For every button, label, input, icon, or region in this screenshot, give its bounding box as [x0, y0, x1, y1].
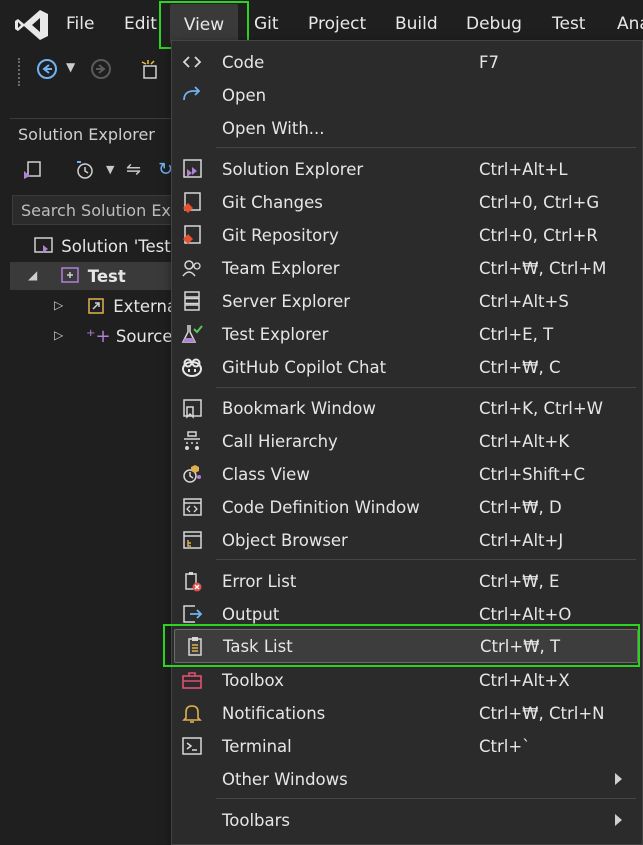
- menu-item-test-explorer[interactable]: Test Explorer Ctrl+E, T: [172, 318, 642, 351]
- server-explorer-icon: [180, 289, 204, 313]
- solution-explorer-panel: Solution Explorer ▼ ⇋ ↻ Search Solution …: [10, 118, 180, 845]
- menu-file[interactable]: File: [66, 14, 94, 34]
- class-view-icon: [180, 462, 204, 486]
- team-explorer-icon: [180, 256, 204, 280]
- view-menu-dropdown: Code F7 Open Open With... Solution Explo…: [171, 40, 643, 845]
- menu-analyze[interactable]: Ana: [617, 14, 643, 34]
- open-arrow-icon: [180, 83, 204, 107]
- error-list-icon: [180, 569, 204, 593]
- menu-test[interactable]: Test: [552, 14, 585, 34]
- tree-collapsed-chevron-icon[interactable]: ▷: [54, 298, 63, 312]
- project-icon: [61, 267, 79, 283]
- submenu-arrow-icon: [615, 814, 622, 826]
- external-dependencies-icon: [88, 298, 104, 314]
- menu-separator: [216, 798, 636, 799]
- object-browser-icon: [180, 528, 204, 552]
- menu-build[interactable]: Build: [395, 14, 438, 34]
- pending-changes-filter-icon[interactable]: [74, 159, 96, 186]
- code-definition-icon: [180, 495, 204, 519]
- bell-icon: [180, 701, 204, 725]
- menu-item-terminal[interactable]: Terminal Ctrl+`: [172, 730, 642, 763]
- menu-item-bookmark-window[interactable]: Bookmark Window Ctrl+K, Ctrl+W: [172, 392, 642, 425]
- call-hierarchy-icon: [180, 429, 204, 453]
- tree-node-external-dependencies[interactable]: Externa: [86, 296, 177, 316]
- solution-explorer-title: Solution Explorer: [18, 125, 155, 144]
- toolbar-grip[interactable]: [18, 58, 22, 86]
- toolbox-icon: [180, 668, 204, 692]
- menu-item-call-hierarchy[interactable]: Call Hierarchy Ctrl+Alt+K: [172, 425, 642, 458]
- terminal-icon: [180, 734, 204, 758]
- solution-icon: [34, 237, 53, 253]
- tree-node-project[interactable]: Test: [60, 266, 126, 286]
- menu-view[interactable]: View: [170, 4, 238, 44]
- menu-item-notifications[interactable]: Notifications Ctrl+₩, Ctrl+N: [172, 697, 642, 730]
- navigate-forward-icon[interactable]: [90, 58, 112, 85]
- tree-node-solution[interactable]: Solution 'Test: [34, 236, 171, 256]
- menu-item-git-repository[interactable]: Git Repository Ctrl+0, Ctrl+R: [172, 219, 642, 252]
- back-dropdown-chevron-icon[interactable]: ▼: [66, 60, 75, 74]
- menu-item-code[interactable]: Code F7: [172, 46, 642, 79]
- source-files-icon: ⁺+: [86, 326, 111, 347]
- git-repository-icon: [180, 223, 204, 247]
- menu-git[interactable]: Git: [254, 14, 279, 34]
- menu-item-task-list[interactable]: Task List Ctrl+₩, T: [174, 629, 638, 663]
- menu-item-other-windows[interactable]: Other Windows: [172, 763, 642, 796]
- output-icon: [180, 602, 204, 626]
- bookmark-icon: [180, 396, 204, 420]
- tree-node-source-files[interactable]: ⁺+ Source: [86, 326, 173, 347]
- visual-studio-logo-icon[interactable]: [14, 8, 50, 42]
- menu-item-output[interactable]: Output Ctrl+Alt+O: [172, 598, 642, 631]
- menu-item-error-list[interactable]: Error List Ctrl+₩, E: [172, 565, 642, 598]
- tree-node-solution-label: Solution 'Test: [61, 237, 171, 256]
- solution-explorer-search-input[interactable]: Search Solution Ex: [12, 195, 180, 225]
- menu-item-toolbars[interactable]: Toolbars: [172, 804, 642, 837]
- filter-dropdown-chevron-icon[interactable]: ▼: [106, 163, 114, 176]
- solution-explorer-icon: [180, 157, 204, 181]
- menu-item-class-view[interactable]: Class View Ctrl+Shift+C: [172, 458, 642, 491]
- menu-item-git-changes[interactable]: Git Changes Ctrl+0, Ctrl+G: [172, 186, 642, 219]
- menu-project[interactable]: Project: [308, 14, 366, 34]
- menu-separator: [216, 387, 636, 388]
- tree-node-external-label: Externa: [113, 297, 178, 316]
- solution-explorer-toolbar: ▼ ⇋ ↻: [18, 159, 180, 187]
- menu-edit[interactable]: Edit: [124, 14, 157, 34]
- tree-node-source-label: Source: [115, 327, 173, 346]
- tree-expand-chevron-icon[interactable]: ◢: [28, 268, 37, 282]
- menu-item-object-browser[interactable]: Object Browser Ctrl+Alt+J: [172, 524, 642, 557]
- menu-item-toolbox[interactable]: Toolbox Ctrl+Alt+X: [172, 664, 642, 697]
- code-icon: [180, 50, 204, 74]
- menu-item-github-copilot-chat[interactable]: GitHub Copilot Chat Ctrl+₩, C: [172, 351, 642, 384]
- sync-with-active-document-icon[interactable]: ⇋: [126, 159, 141, 180]
- tree-node-project-label: Test: [87, 267, 126, 286]
- copilot-icon: [180, 355, 204, 379]
- menu-item-server-explorer[interactable]: Server Explorer Ctrl+Alt+S: [172, 285, 642, 318]
- switch-views-icon[interactable]: [22, 159, 44, 186]
- menu-item-open-with[interactable]: Open With...: [172, 112, 642, 145]
- task-list-icon: [183, 634, 207, 658]
- menu-debug[interactable]: Debug: [466, 14, 522, 34]
- navigate-back-icon[interactable]: [36, 58, 58, 85]
- menu-item-solution-explorer[interactable]: Solution Explorer Ctrl+Alt+L: [172, 153, 642, 186]
- menu-separator: [216, 559, 636, 560]
- test-explorer-icon: [180, 322, 204, 346]
- new-project-icon[interactable]: [138, 58, 162, 87]
- submenu-arrow-icon: [615, 773, 622, 785]
- menu-item-team-explorer[interactable]: Team Explorer Ctrl+₩, Ctrl+M: [172, 252, 642, 285]
- git-changes-icon: [180, 190, 204, 214]
- tree-collapsed-chevron-icon[interactable]: ▷: [54, 328, 63, 342]
- menu-item-code-definition-window[interactable]: Code Definition Window Ctrl+₩, D: [172, 491, 642, 524]
- menu-separator: [216, 147, 636, 148]
- menu-item-open[interactable]: Open: [172, 79, 642, 112]
